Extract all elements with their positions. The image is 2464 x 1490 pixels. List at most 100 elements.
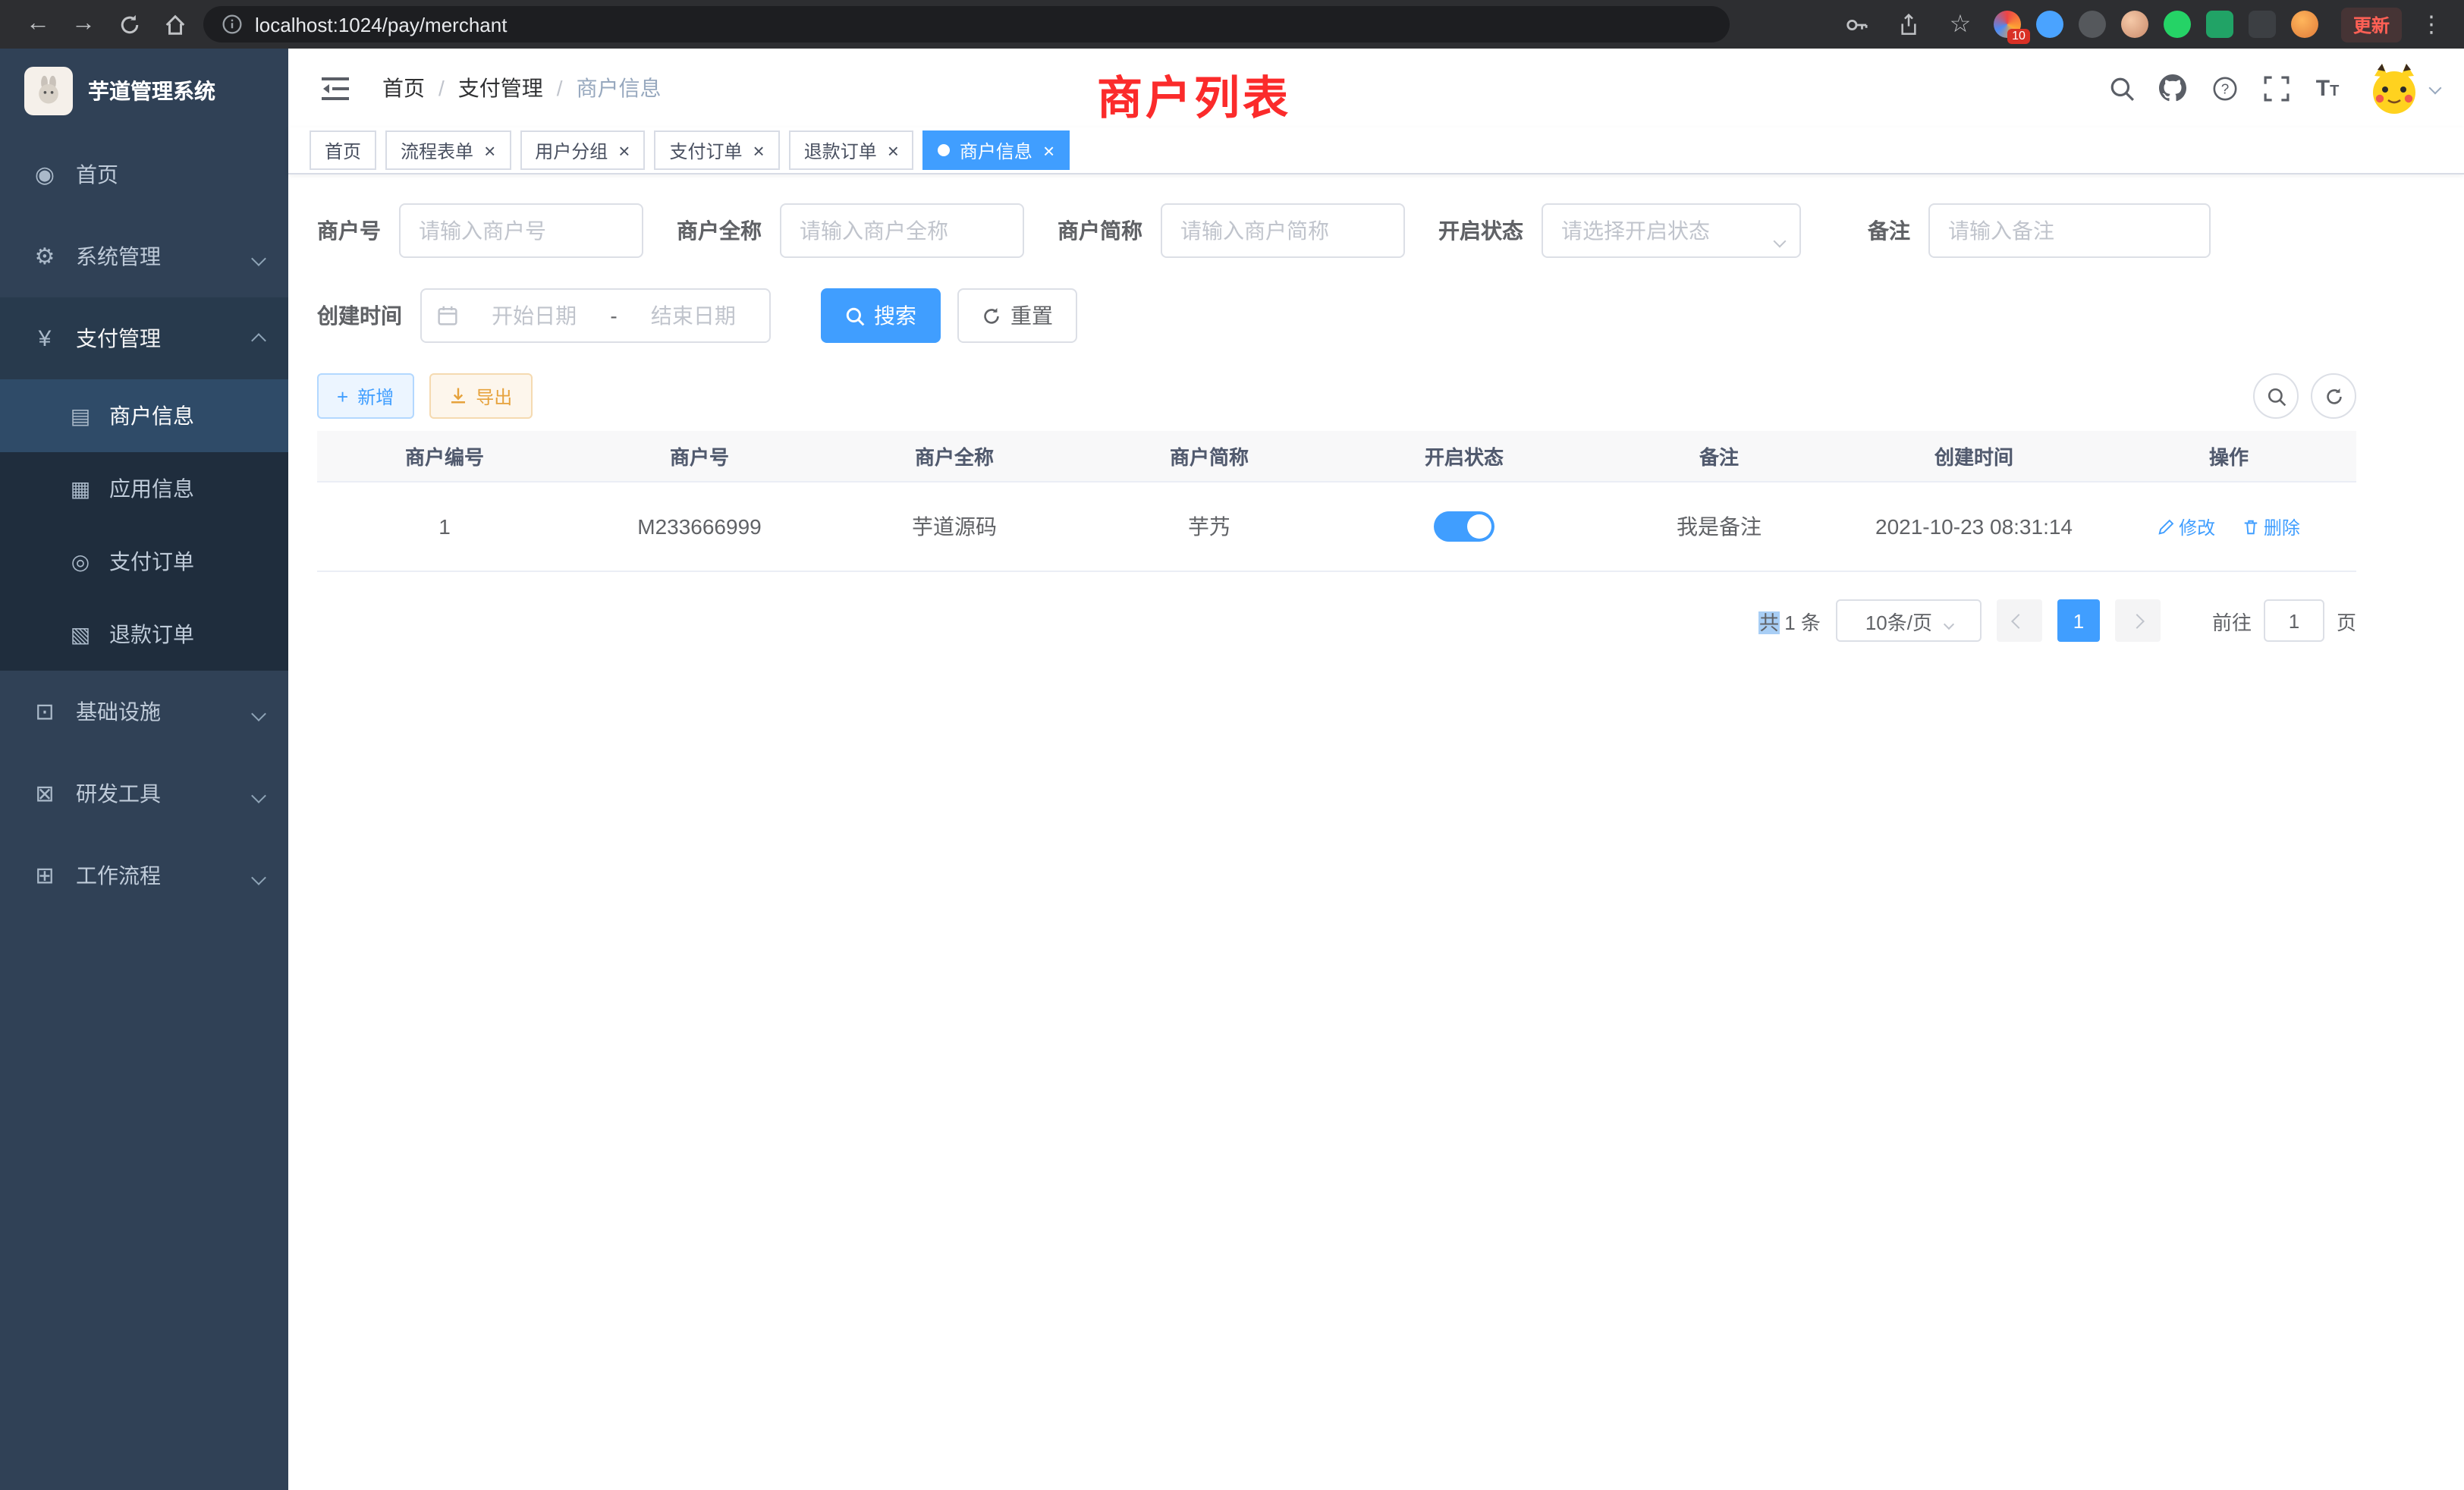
close-icon[interactable]: × <box>753 140 765 160</box>
profile-avatar-icon[interactable] <box>2291 11 2318 38</box>
extension-green-square-icon[interactable] <box>2206 11 2233 38</box>
sidebar-item-infra[interactable]: ⊡ 基础设施 <box>0 671 288 753</box>
page: ← → localhost:1024/pay/merchant ☆ 10 <box>0 0 2464 1490</box>
chevron-down-icon <box>253 244 264 269</box>
goto-page-input[interactable] <box>2264 599 2324 642</box>
full-name-input[interactable] <box>780 203 1024 258</box>
cell-actions: 修改 删除 <box>2101 514 2356 539</box>
address-bar[interactable]: localhost:1024/pay/merchant <box>203 6 1730 42</box>
export-button[interactable]: 导出 <box>429 373 532 419</box>
table-tools <box>2253 373 2356 419</box>
bookmark-star-icon[interactable]: ☆ <box>1938 5 1983 44</box>
cell-merchant-id: 1 <box>317 514 572 539</box>
date-range-picker[interactable]: 开始日期 - 结束日期 <box>420 288 771 343</box>
extension-green-circle-icon[interactable] <box>2164 11 2191 38</box>
filter-label: 商户简称 <box>1058 215 1142 246</box>
gear-icon: ⚙ <box>32 243 58 270</box>
tab-label: 商户信息 <box>960 137 1032 163</box>
close-icon[interactable]: × <box>888 140 899 160</box>
logo-image <box>24 67 73 115</box>
status-select[interactable] <box>1542 203 1801 258</box>
chevron-down-icon <box>253 863 264 888</box>
page-number-active[interactable]: 1 <box>2057 599 2100 642</box>
tab-home[interactable]: 首页 <box>310 130 376 170</box>
close-icon[interactable]: × <box>618 140 630 160</box>
sidebar-item-merchant-info[interactable]: ▤ 商户信息 <box>0 379 288 452</box>
tab-user-group[interactable]: 用户分组 × <box>520 130 645 170</box>
page-size-value: 10条/页 <box>1865 606 1932 635</box>
edit-link[interactable]: 修改 <box>2158 514 2215 539</box>
pagination: 共 1 条 10条/页 1 前往 页 <box>317 599 2356 642</box>
prev-page-button[interactable] <box>1997 599 2042 642</box>
devtools-icon: ⊠ <box>32 780 58 807</box>
browser-menu-icon[interactable]: ⋮ <box>2414 11 2449 38</box>
search-button[interactable]: 搜索 <box>821 288 941 343</box>
sidebar-item-home[interactable]: ◉ 首页 <box>0 134 288 215</box>
breadcrumb-home[interactable]: 首页 <box>382 73 425 103</box>
tab-pay-order[interactable]: 支付订单 × <box>654 130 779 170</box>
add-button[interactable]: + 新增 <box>317 373 413 419</box>
help-icon[interactable]: ? <box>2200 62 2249 114</box>
reload-icon[interactable] <box>106 5 152 44</box>
breadcrumb-payment[interactable]: 支付管理 <box>458 73 543 103</box>
sidebar-fold-icon[interactable] <box>310 62 361 114</box>
extensions-puzzle-icon[interactable] <box>2249 11 2276 38</box>
status-toggle[interactable] <box>1434 511 1494 542</box>
sidebar-item-pay-order[interactable]: ◎ 支付订单 <box>0 525 288 598</box>
github-icon[interactable] <box>2148 62 2197 114</box>
page-size-select[interactable]: 10条/页 <box>1836 599 1982 642</box>
tab-label: 支付订单 <box>669 137 742 163</box>
refresh-table-icon[interactable] <box>2311 373 2356 419</box>
sidebar-item-workflow[interactable]: ⊞ 工作流程 <box>0 835 288 916</box>
tab-refund-order[interactable]: 退款订单 × <box>789 130 914 170</box>
app-grid-icon: ▦ <box>68 476 93 501</box>
sidebar-item-devtools[interactable]: ⊠ 研发工具 <box>0 753 288 835</box>
back-icon[interactable]: ← <box>15 5 61 44</box>
chevron-down-icon <box>1944 609 1952 632</box>
share-icon[interactable] <box>1886 5 1931 44</box>
extension-adblock-icon[interactable]: 10 <box>1994 11 2021 38</box>
user-menu[interactable] <box>2367 61 2440 115</box>
delete-link[interactable]: 删除 <box>2242 514 2300 539</box>
sidebar-item-app-info[interactable]: ▦ 应用信息 <box>0 452 288 525</box>
reset-button[interactable]: 重置 <box>957 288 1077 343</box>
font-size-icon[interactable]: TT <box>2303 62 2352 114</box>
extension-avatar-icon[interactable] <box>2121 11 2148 38</box>
sidebar-item-refund-order[interactable]: ▧ 退款订单 <box>0 598 288 671</box>
fullscreen-icon[interactable] <box>2252 62 2300 114</box>
close-icon[interactable]: × <box>1043 140 1054 160</box>
home-icon[interactable] <box>152 5 197 44</box>
merchant-no-input[interactable] <box>399 203 643 258</box>
cell-full-name: 芋道源码 <box>827 511 1082 542</box>
col-header: 操作 <box>2101 442 2356 470</box>
cell-short-name: 芋艿 <box>1082 511 1337 542</box>
close-icon[interactable]: × <box>484 140 495 160</box>
sidebar: 芋道管理系统 ◉ 首页 ⚙ 系统管理 ¥ 支付管理 ▤ 商户信息 <box>0 49 288 1490</box>
extension-dark-icon[interactable] <box>2079 11 2106 38</box>
navbar-actions: ? TT <box>2097 61 2440 115</box>
chevron-right-icon <box>2130 613 2145 628</box>
goto-unit: 页 <box>2337 606 2356 635</box>
sidebar-item-system[interactable]: ⚙ 系统管理 <box>0 215 288 297</box>
reset-button-label: 重置 <box>1010 300 1053 331</box>
app-logo[interactable]: 芋道管理系统 <box>0 49 288 134</box>
cell-remark: 我是备注 <box>1592 511 1846 542</box>
forward-icon[interactable]: → <box>61 5 106 44</box>
tab-process-form[interactable]: 流程表单 × <box>385 130 511 170</box>
search-icon[interactable] <box>2097 62 2145 114</box>
password-key-icon[interactable] <box>1834 5 1880 44</box>
extension-blue-icon[interactable] <box>2036 11 2063 38</box>
browser-update-button[interactable]: 更新 <box>2341 7 2402 42</box>
col-header: 商户编号 <box>317 442 572 470</box>
sidebar-item-label: 商户信息 <box>109 401 194 431</box>
show-search-icon[interactable] <box>2253 373 2299 419</box>
remark-input[interactable] <box>1928 203 2211 258</box>
top-navbar: 首页 / 支付管理 / 商户信息 商户列表 ? <box>288 49 2464 127</box>
next-page-button[interactable] <box>2115 599 2161 642</box>
download-icon <box>448 387 467 405</box>
short-name-input[interactable] <box>1161 203 1405 258</box>
sidebar-item-payment[interactable]: ¥ 支付管理 <box>0 297 288 379</box>
filter-label: 创建时间 <box>317 300 402 331</box>
tab-merchant-info-active[interactable]: 商户信息 × <box>923 130 1070 170</box>
col-header: 开启状态 <box>1337 442 1592 470</box>
